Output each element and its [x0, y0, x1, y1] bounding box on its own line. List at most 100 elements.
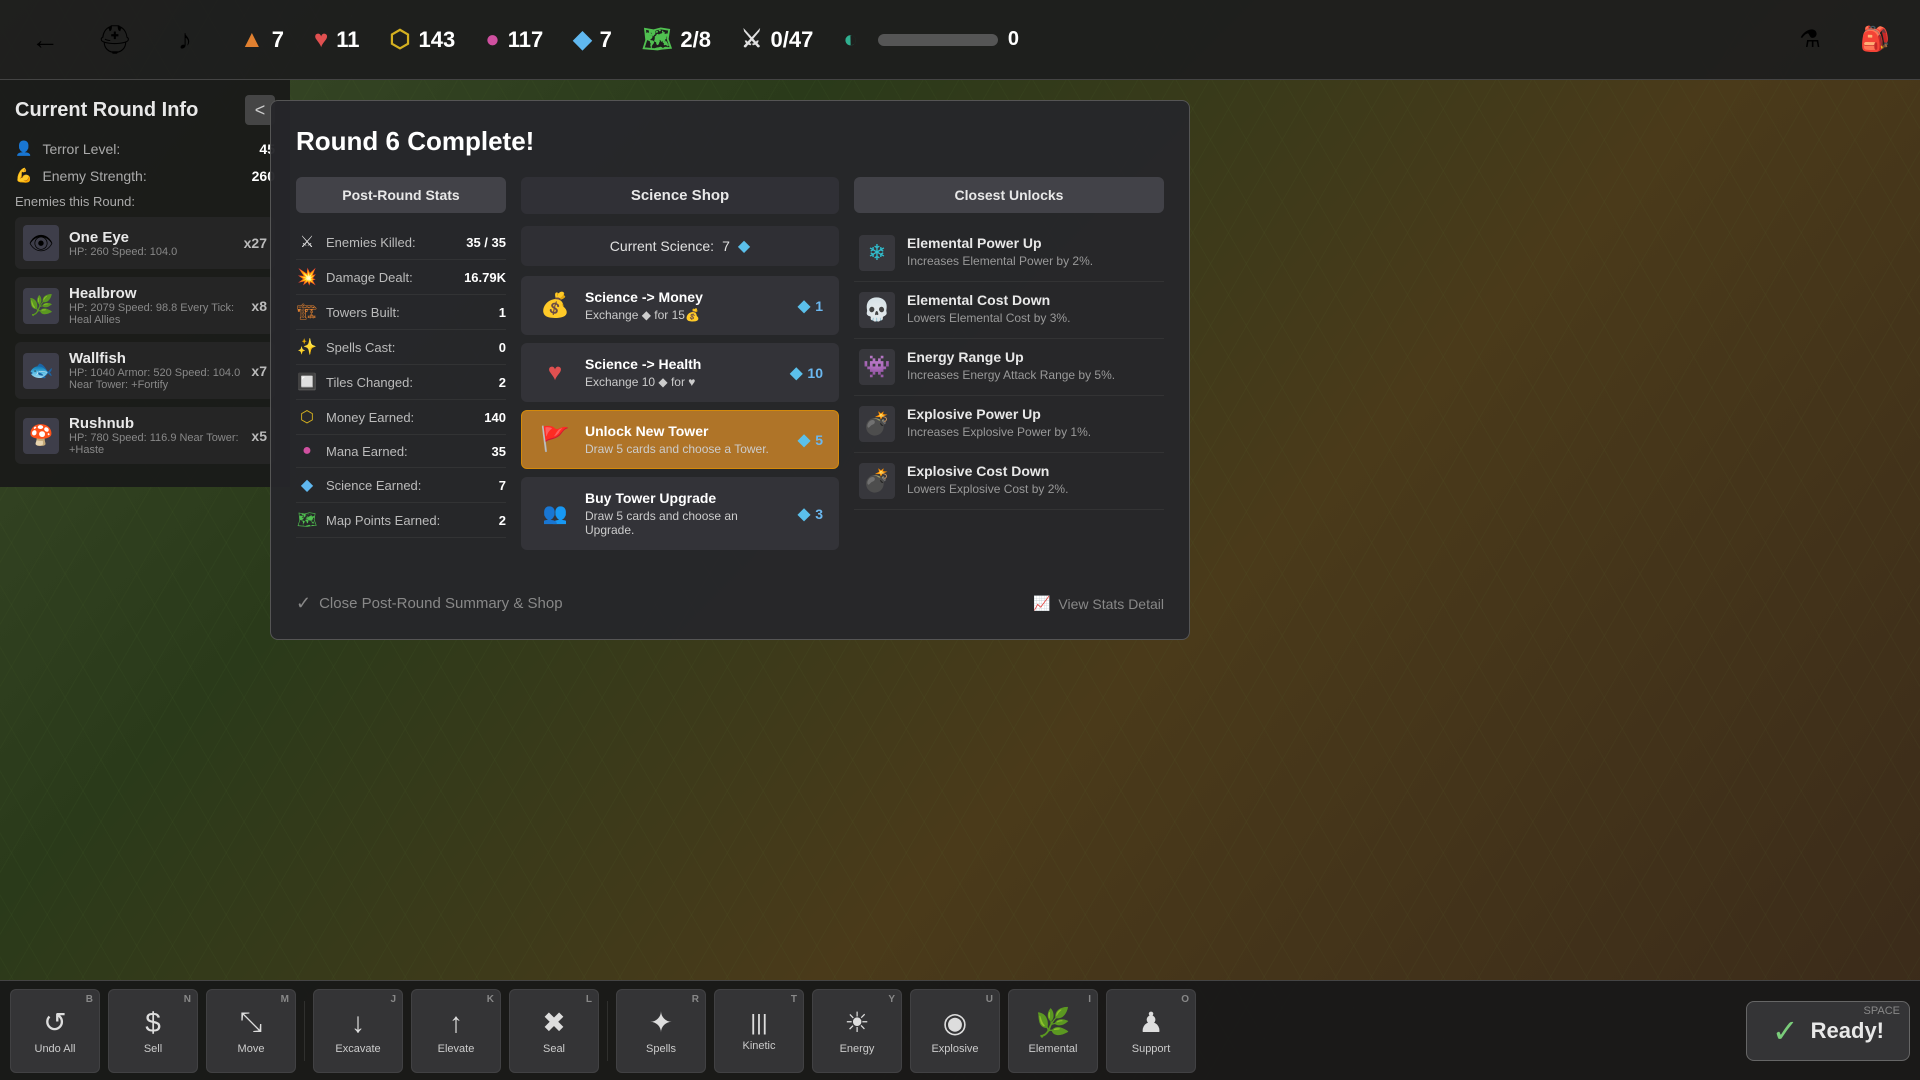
- post-round-header: Post-Round Stats: [296, 177, 506, 213]
- move-key: M: [281, 994, 289, 1005]
- music-icon[interactable]: ♪: [160, 15, 210, 65]
- modal-columns: Post-Round Stats ⚔ Enemies Killed: 35 / …: [296, 177, 1164, 558]
- shop-item-science-money[interactable]: 💰 Science -> Money Exchange ◆ for 15💰 ◆ …: [521, 276, 839, 335]
- modal-footer: ✓ Close Post-Round Summary & Shop 📈 View…: [296, 578, 1164, 614]
- rushnub-stats: HP: 780 Speed: 116.9 Near Tower: +Haste: [69, 432, 241, 456]
- close-check-icon: ✓: [296, 593, 311, 614]
- stat-row-map-points: 🗺 Map Points Earned: 2: [296, 503, 506, 538]
- cost-value-2: 10: [807, 365, 823, 381]
- excavate-button[interactable]: J ↓ Excavate: [313, 989, 403, 1073]
- science-health-info: Science -> Health Exchange 10 ◆ for ♥: [585, 356, 778, 389]
- damage-label: Damage Dealt:: [326, 270, 456, 285]
- top-bar-right: ⚗ 🎒: [1785, 15, 1900, 65]
- helmet-icon[interactable]: ⛑: [90, 15, 140, 65]
- money-earned-value: 140: [484, 410, 506, 425]
- elemental-label: Elemental: [1029, 1043, 1078, 1055]
- money-earned-icon: ⬡: [296, 407, 318, 427]
- back-button[interactable]: ←: [20, 15, 70, 65]
- kills-icon: ⚔: [741, 25, 763, 54]
- stat-kills: ⚔ 0/47: [741, 25, 813, 54]
- stat-element: ◐: [843, 26, 858, 54]
- wallfish-icon: 🐟: [23, 353, 59, 389]
- view-stats-button[interactable]: 📈 View Stats Detail: [1033, 595, 1164, 612]
- unlock-item-explosive-cost-down: 💣 Explosive Cost Down Lowers Explosive C…: [854, 453, 1164, 510]
- seal-key: L: [586, 994, 592, 1005]
- kinetic-button[interactable]: T ||| Kinetic: [714, 989, 804, 1073]
- unlock-tower-info: Unlock New Tower Draw 5 cards and choose…: [585, 423, 786, 456]
- spells-button[interactable]: R ✦ Spells: [616, 989, 706, 1073]
- healbrow-icon: 🌿: [23, 288, 59, 324]
- energy-key: Y: [888, 994, 895, 1005]
- unlock-item-energy-range-up: 👾 Energy Range Up Increases Energy Attac…: [854, 339, 1164, 396]
- enemy-row-rushnub: 🍄 Rushnub HP: 780 Speed: 116.9 Near Towe…: [15, 407, 275, 464]
- excavate-label: Excavate: [335, 1043, 380, 1055]
- sell-button[interactable]: N $ Sell: [108, 989, 198, 1073]
- top-bar: ← ⛑ ♪ ▲ 7 ♥ 11 ⬡ 143 ● 117 ◆ 7 🗺 2/8 ⚔ 0…: [0, 0, 1920, 80]
- move-button[interactable]: M ⤡ Move: [206, 989, 296, 1073]
- view-stats-label: View Stats Detail: [1058, 596, 1164, 612]
- progress-container: 0: [878, 28, 1019, 51]
- mana-value: 117: [508, 27, 544, 53]
- spells-label: Spells Cast:: [326, 340, 491, 355]
- healbrow-info: Healbrow HP: 2079 Speed: 98.8 Every Tick…: [69, 285, 241, 326]
- enemies-section-label: Enemies this Round:: [15, 194, 275, 209]
- stat-row-money: ⬡ Money Earned: 140: [296, 400, 506, 435]
- undo-all-button[interactable]: B ↺ Undo All: [10, 989, 100, 1073]
- explosive-cost-down-icon: 💣: [859, 463, 895, 499]
- cost-diamond-icon-1: ◆: [798, 296, 810, 316]
- science-diamond-icon: ◆: [738, 236, 750, 256]
- shop-item-unlock-tower[interactable]: 🚩 Unlock New Tower Draw 5 cards and choo…: [521, 410, 839, 469]
- unlock-tower-cost: ◆ 5: [798, 430, 823, 450]
- current-science-label: Current Science:: [610, 238, 714, 254]
- sell-icon: $: [145, 1007, 161, 1039]
- shop-item-buy-upgrade[interactable]: 👥 Buy Tower Upgrade Draw 5 cards and cho…: [521, 477, 839, 550]
- stat-row-science: ◆ Science Earned: 7: [296, 468, 506, 503]
- stat-row-damage: 💥 Damage Dealt: 16.79K: [296, 260, 506, 295]
- triangles-icon: ▲: [240, 26, 264, 54]
- stat-map: 🗺 2/8: [642, 25, 711, 54]
- tiles-icon: 🔲: [296, 372, 318, 392]
- tiles-label: Tiles Changed:: [326, 375, 491, 390]
- close-shop-button[interactable]: ✓ Close Post-Round Summary & Shop: [296, 593, 563, 614]
- buy-upgrade-info: Buy Tower Upgrade Draw 5 cards and choos…: [585, 490, 786, 537]
- kinetic-label: Kinetic: [742, 1040, 775, 1052]
- closest-unlocks-header: Closest Unlocks: [854, 177, 1164, 213]
- ready-label: Ready!: [1811, 1018, 1884, 1044]
- shop-item-science-health[interactable]: ♥ Science -> Health Exchange 10 ◆ for ♥ …: [521, 343, 839, 402]
- stat-triangles: ▲ 7: [240, 26, 284, 54]
- money-icon: ⬡: [390, 25, 411, 54]
- ready-space-key: SPACE: [1864, 1005, 1900, 1017]
- kinetic-key: T: [791, 994, 797, 1005]
- sell-key: N: [184, 994, 191, 1005]
- science-shop-header: Science Shop: [521, 177, 839, 214]
- support-button[interactable]: O ♟ Support: [1106, 989, 1196, 1073]
- undo-all-label: Undo All: [35, 1043, 76, 1055]
- cost-diamond-icon-3: ◆: [798, 430, 810, 450]
- elevate-label: Elevate: [438, 1043, 475, 1055]
- bag-button[interactable]: 🎒: [1850, 15, 1900, 65]
- spells-icon: ✨: [296, 337, 318, 357]
- elevate-button[interactable]: K ↑ Elevate: [411, 989, 501, 1073]
- left-panel: Current Round Info < 👤 Terror Level: 45 …: [0, 80, 290, 487]
- rushnub-icon: 🍄: [23, 418, 59, 454]
- healbrow-count: x8: [251, 298, 267, 314]
- shop-column: Science Shop Current Science: 7 ◆ 💰 Scie…: [521, 177, 839, 558]
- mana-earned-label: Mana Earned:: [326, 444, 484, 459]
- energy-button[interactable]: Y ☀ Energy: [812, 989, 902, 1073]
- damage-value: 16.79K: [464, 270, 506, 285]
- elemental-power-up-info: Elemental Power Up Increases Elemental P…: [907, 235, 1159, 268]
- strength-label: Enemy Strength:: [42, 168, 146, 184]
- strength-icon: 💪: [15, 167, 32, 184]
- seal-button[interactable]: L ✖ Seal: [509, 989, 599, 1073]
- energy-range-up-title: Energy Range Up: [907, 349, 1159, 365]
- elemental-cost-down-info: Elemental Cost Down Lowers Elemental Cos…: [907, 292, 1159, 325]
- buy-upgrade-desc: Draw 5 cards and choose an Upgrade.: [585, 509, 786, 537]
- explosive-button[interactable]: U ◉ Explosive: [910, 989, 1000, 1073]
- mana-icon: ●: [485, 26, 500, 54]
- elemental-button[interactable]: I 🌿 Elemental: [1008, 989, 1098, 1073]
- elemental-cost-down-icon: 💀: [859, 292, 895, 328]
- element-icon: ◐: [843, 26, 858, 54]
- stat-row-enemies-killed: ⚔ Enemies Killed: 35 / 35: [296, 225, 506, 260]
- move-icon: ⤡: [240, 1006, 262, 1039]
- flask-button[interactable]: ⚗: [1785, 15, 1835, 65]
